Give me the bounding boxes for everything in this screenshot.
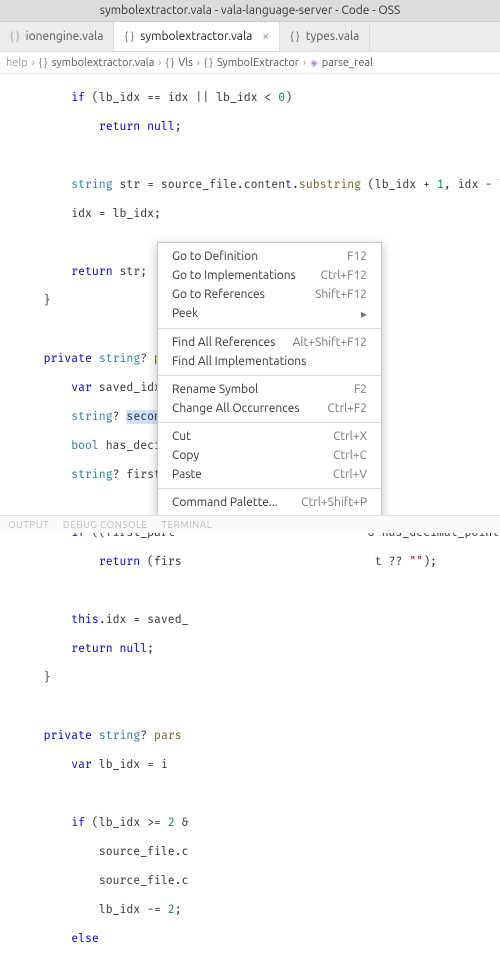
ctx-change-all-occurrences[interactable]: Change All OccurrencesCtrl+F2 [158,399,381,418]
chevron-right-icon: › [303,57,306,69]
vala-file-icon: { } [10,31,20,43]
tab-label: symbolextractor.vala [140,30,252,43]
vala-file-icon: { } [290,31,300,43]
bc-file[interactable]: symbolextractor.vala [52,57,155,69]
bc-class[interactable]: SymbolExtractor [217,57,299,69]
ctx-copy[interactable]: CopyCtrl+C [158,446,381,465]
tab-symbolextractor[interactable]: { } symbolextractor.vala × [114,22,280,51]
ctx-peek[interactable]: Peek▸ [158,304,381,324]
ctx-rename-symbol[interactable]: Rename SymbolF2 [158,380,381,399]
panel-output[interactable]: OUTPUT [8,519,49,530]
method-icon: ◈ [310,57,318,69]
vala-file-icon: { } [124,31,134,43]
ctx-cut[interactable]: CutCtrl+X [158,427,381,446]
chevron-right-icon: › [197,57,200,69]
ctx-find-all-references[interactable]: Find All ReferencesAlt+Shift+F12 [158,333,381,352]
ctx-go-to-implementations[interactable]: Go to ImplementationsCtrl+F12 [158,266,381,285]
tab-label: ionengine.vala [26,30,104,43]
menu-separator [158,375,381,376]
tab-ionengine[interactable]: { } ionengine.vala [0,22,114,51]
menu-separator [158,328,381,329]
ctx-paste[interactable]: PasteCtrl+V [158,465,381,484]
file-icon: { } [39,57,48,68]
panel-tabs: OUTPUT DEBUG CONSOLE TERMINAL [0,515,500,533]
tab-types[interactable]: { } types.vala [280,22,370,51]
ctx-command-palette[interactable]: Command Palette...Ctrl+Shift+P [158,493,381,512]
ctx-go-to-references[interactable]: Go to ReferencesShift+F12 [158,285,381,304]
context-menu: Go to DefinitionF12 Go to Implementation… [157,242,382,517]
bc-namespace[interactable]: Vls [178,57,193,69]
panel-debug-console[interactable]: DEBUG CONSOLE [63,519,148,530]
chevron-right-icon: ▸ [361,307,367,321]
chevron-right-icon: › [158,57,161,69]
menu-separator [158,422,381,423]
tab-label: types.vala [306,30,360,43]
namespace-icon: { } [165,57,174,68]
menu-separator [158,488,381,489]
close-icon[interactable]: × [262,30,269,43]
window-title: symbolextractor.vala - vala-language-ser… [100,4,401,17]
chevron-right-icon: › [32,57,35,69]
title-bar: symbolextractor.vala - vala-language-ser… [0,0,500,22]
breadcrumb: help › { } symbolextractor.vala › { } Vl… [0,52,500,74]
panel-terminal[interactable]: TERMINAL [162,519,213,530]
ctx-go-to-definition[interactable]: Go to DefinitionF12 [158,247,381,266]
editor-tabs: { } ionengine.vala { } symbolextractor.v… [0,22,500,52]
ctx-find-all-implementations[interactable]: Find All Implementations [158,352,381,371]
bc-help[interactable]: help [6,57,28,69]
class-icon: { } [204,57,213,68]
bc-method[interactable]: parse_real [322,57,373,69]
